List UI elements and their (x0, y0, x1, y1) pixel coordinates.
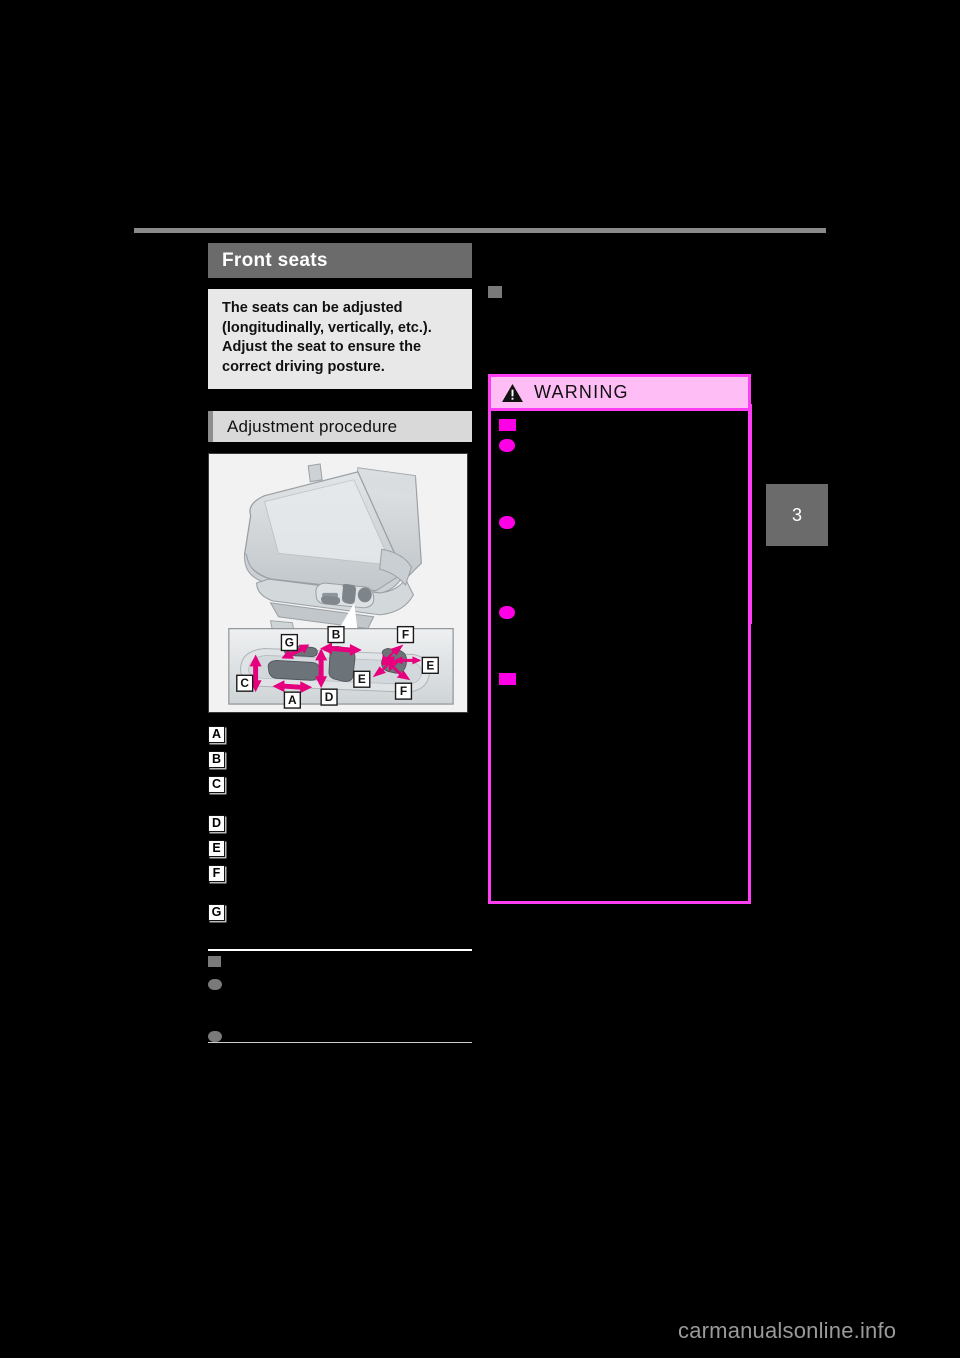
callout-b: B (208, 751, 472, 768)
warning-item-3 (499, 514, 740, 529)
right-column (488, 243, 756, 298)
callout-list: A B C D E F G (208, 726, 472, 921)
notice-bullet-1 (208, 976, 472, 990)
callout-marker-a: A (208, 726, 225, 743)
warning-box: WARNING (488, 374, 751, 904)
page-title: Front seats (208, 243, 472, 278)
svg-text:B: B (332, 628, 341, 642)
svg-text:F: F (400, 684, 407, 698)
square-bullet-icon (499, 673, 516, 685)
svg-text:E: E (358, 672, 366, 686)
svg-text:F: F (402, 628, 409, 642)
callout-g: G (208, 904, 472, 921)
warning-triangle-icon (502, 383, 523, 402)
square-bullet-icon (499, 419, 516, 431)
svg-text:C: C (240, 676, 249, 690)
callout-marker-c: C (208, 776, 225, 793)
svg-text:D: D (325, 690, 334, 704)
callout-d: D (208, 815, 472, 832)
dot-bullet-icon (499, 516, 515, 529)
notice-bullet-2 (208, 1028, 472, 1042)
header-rule (134, 228, 826, 233)
callout-f: F (208, 865, 472, 882)
callout-e: E (208, 840, 472, 857)
site-watermark: carmanualsonline.info (678, 1318, 897, 1343)
callout-marker-g: G (208, 904, 225, 921)
callout-marker-f: F (208, 865, 225, 882)
seat-adjustment-illustration: G B F C A D E E F (208, 453, 468, 713)
warning-item-5 (499, 671, 740, 685)
warning-item-1 (499, 417, 740, 431)
warning-item-2 (499, 437, 740, 452)
warning-item-4 (499, 604, 740, 619)
lead-paragraph: The seats can be adjusted (longitudinall… (208, 289, 472, 389)
callout-marker-d: D (208, 815, 225, 832)
chapter-tab-rule (749, 404, 752, 624)
svg-text:A: A (288, 693, 297, 707)
callout-c: C (208, 776, 472, 793)
right-note (488, 286, 756, 298)
svg-text:G: G (285, 636, 294, 650)
callout-marker-e: E (208, 840, 225, 857)
dot-bullet-icon (499, 606, 515, 619)
left-column: Front seats The seats can be adjusted (l… (208, 243, 472, 1043)
square-bullet-icon (488, 286, 502, 298)
notice-block (208, 949, 472, 1043)
warning-title: WARNING (534, 382, 629, 402)
notice-heading-row (208, 956, 472, 967)
warning-header: WARNING (491, 377, 748, 411)
warning-body (491, 411, 748, 693)
manual-page: Front seats The seats can be adjusted (l… (0, 0, 960, 1358)
svg-text:E: E (426, 658, 434, 672)
callout-marker-b: B (208, 751, 225, 768)
dot-bullet-icon (499, 439, 515, 452)
callout-a: A (208, 726, 472, 743)
subsection-title: Adjustment procedure (208, 411, 472, 442)
chapter-tab: 3 (766, 484, 828, 546)
